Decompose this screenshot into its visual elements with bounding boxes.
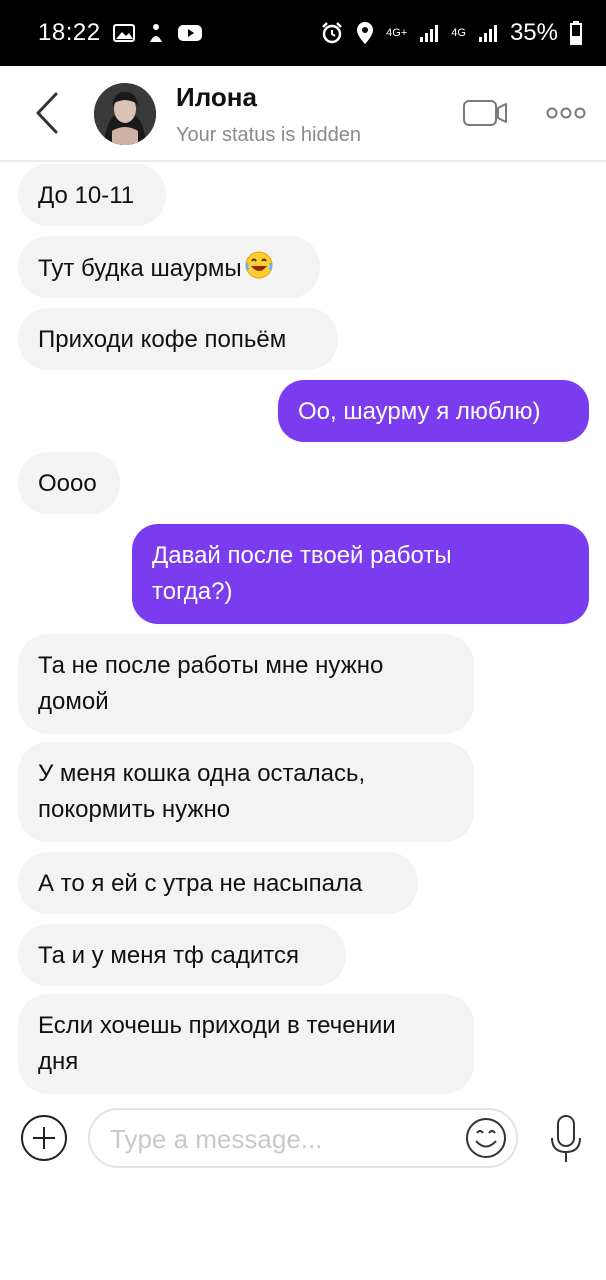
more-dots-icon <box>546 107 586 119</box>
message-incoming[interactable]: Приходи кофе попьём <box>18 308 338 370</box>
status-time: 18:22 <box>38 19 101 46</box>
microphone-icon <box>551 1115 581 1162</box>
message-text-line: У меня кошка одна осталась, <box>38 760 366 787</box>
message-text-line: покормить нужно <box>38 796 231 823</box>
add-attachment-button[interactable] <box>20 1114 68 1162</box>
message-text: До 10-11 <box>38 182 135 209</box>
message-incoming[interactable]: Если хочешь приходи в течении дня <box>18 994 474 1094</box>
network-label-2: 4G <box>451 26 466 39</box>
message-input-placeholder: Type a message... <box>110 1124 323 1154</box>
message-outgoing[interactable]: Оо, шаурму я люблю) <box>278 380 589 442</box>
chat-header: Илона Your status is hidden <box>0 66 606 162</box>
contact-status: Your status is hidden <box>176 124 361 146</box>
message-incoming[interactable]: У меня кошка одна осталась, покормить ну… <box>18 742 474 842</box>
message-text-line: дня <box>38 1048 79 1075</box>
message-list[interactable]: До 10-11 Тут будка шаурмы Приходи кофе п… <box>0 162 606 1100</box>
youtube-icon <box>177 23 203 43</box>
message-incoming[interactable]: Та не после работы мне нужно домой <box>18 634 474 734</box>
message-incoming[interactable]: Тут будка шаурмы <box>18 236 320 298</box>
message-text-line: Давай после твоей работы <box>152 542 452 569</box>
message-incoming[interactable]: До 10-11 <box>18 164 166 226</box>
video-camera-icon <box>463 100 507 126</box>
status-bar: 18:22 4G+ 4G 35% <box>0 0 606 66</box>
contact-name: Илона <box>176 82 257 112</box>
message-input[interactable]: Type a message... <box>88 1108 518 1168</box>
app-notification-icon <box>147 22 165 44</box>
message-incoming[interactable]: Оооо <box>18 452 120 514</box>
plus-circle-icon <box>21 1115 67 1161</box>
signal-icon <box>478 23 498 43</box>
chevron-left-icon <box>36 92 58 134</box>
avatar[interactable] <box>94 83 156 145</box>
smiley-icon <box>466 1118 506 1158</box>
message-text: Оо, шаурму я люблю) <box>298 398 541 425</box>
message-outgoing[interactable]: Давай после твоей работы тогда?) <box>132 524 589 624</box>
message-text-line: тогда?) <box>152 578 233 605</box>
message-composer: Type a message... <box>0 1100 606 1190</box>
voice-message-button[interactable] <box>546 1114 586 1164</box>
emoji-button[interactable] <box>464 1116 508 1160</box>
message-text: Та и у меня тф садится <box>38 942 299 969</box>
location-icon <box>356 21 374 45</box>
message-text: А то я ей с утра не насыпала <box>38 870 363 897</box>
message-text: Приходи кофе попьём <box>38 326 287 353</box>
back-button[interactable] <box>30 90 66 136</box>
battery-icon <box>570 21 582 45</box>
message-text-line: Та не после работы мне нужно <box>38 652 384 679</box>
message-text: Оооо <box>38 470 97 497</box>
network-label-1: 4G+ <box>386 26 408 39</box>
signal-icon <box>419 23 439 43</box>
alarm-icon <box>320 21 344 45</box>
message-text-line: Если хочешь приходи в течении <box>38 1012 396 1039</box>
more-options-button[interactable] <box>546 104 586 122</box>
message-text-line: домой <box>38 688 109 715</box>
gallery-icon <box>112 23 135 43</box>
video-call-button[interactable] <box>462 96 508 130</box>
battery-percent: 35% <box>509 19 558 46</box>
laughing-face-icon <box>244 250 274 291</box>
message-text: Тут будка шаурмы <box>38 255 242 282</box>
message-incoming[interactable]: Та и у меня тф садится <box>18 924 346 986</box>
message-incoming[interactable]: А то я ей с утра не насыпала <box>18 852 418 914</box>
